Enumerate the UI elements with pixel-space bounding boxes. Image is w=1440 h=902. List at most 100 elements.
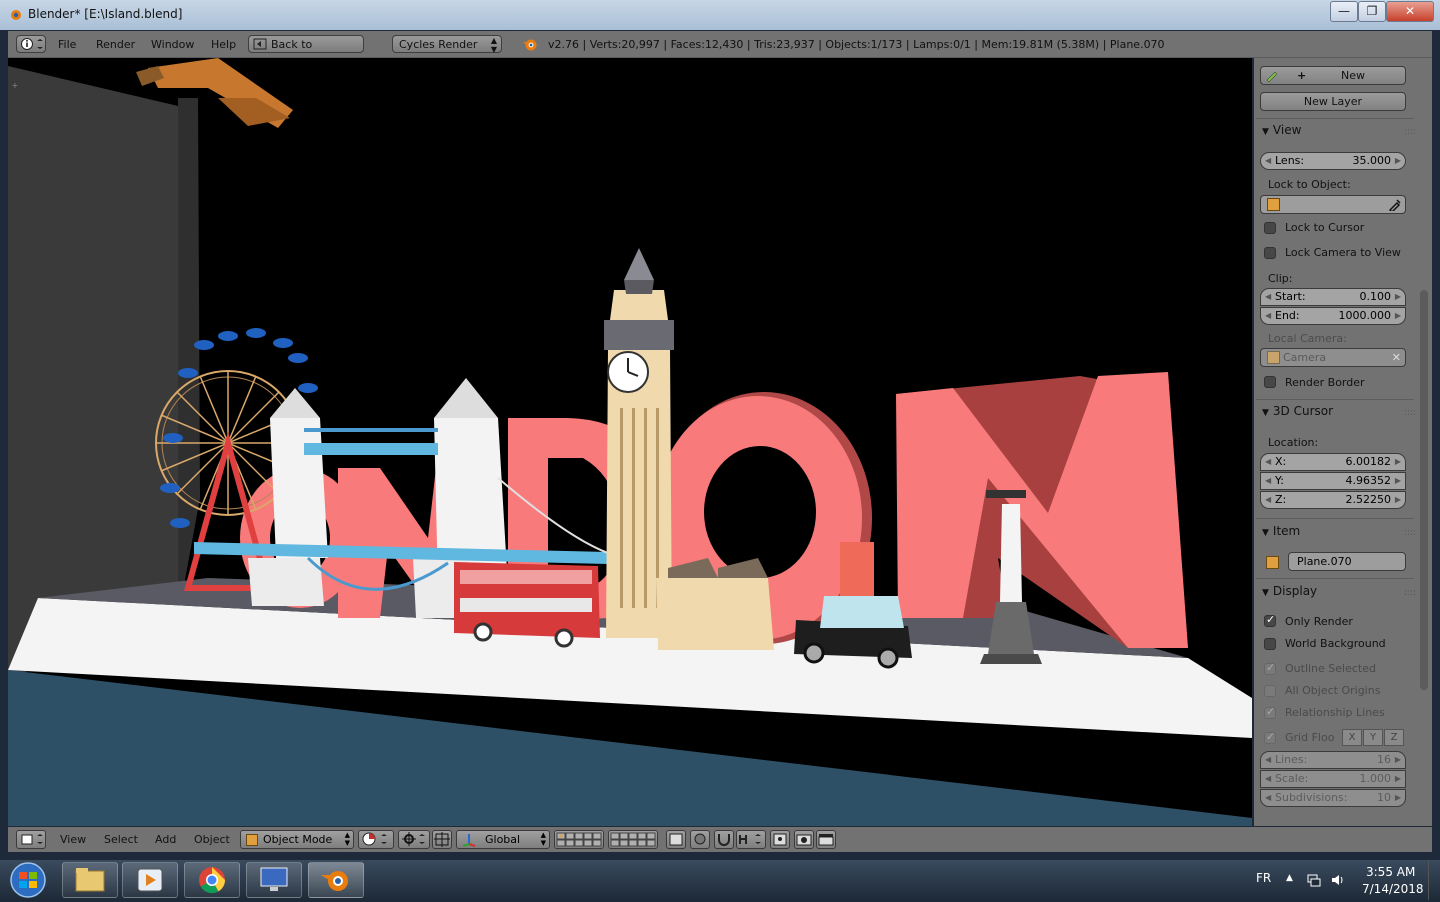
grid-lines-field[interactable]: ◀ Lines: 16 ▶ <box>1260 751 1406 769</box>
grid-floor-checkbox[interactable] <box>1264 730 1276 744</box>
clock-time[interactable]: 3:55 AM <box>1366 865 1415 879</box>
lock-to-cursor-label: Lock to Cursor <box>1285 221 1365 234</box>
toolshelf-toggle[interactable]: + <box>10 80 20 92</box>
grid-subdivisions-label: Subdivisions: <box>1275 791 1348 804</box>
shading-sphere-icon <box>362 832 387 846</box>
cursor-section-header[interactable]: ▼ 3D Cursor <box>1262 404 1333 418</box>
manipulator-toggle[interactable] <box>432 830 452 849</box>
eyedropper-icon[interactable] <box>1389 198 1401 211</box>
cube-icon <box>1266 556 1279 569</box>
editor-type-button[interactable] <box>16 35 46 53</box>
lock-camera-to-view-checkbox[interactable] <box>1264 247 1276 259</box>
taskbar-chrome[interactable] <box>184 862 240 898</box>
clip-start-field[interactable]: ◀ Start: 0.100 ▶ <box>1260 288 1406 306</box>
relationship-lines-checkbox[interactable] <box>1264 705 1276 719</box>
back-to-previous-button[interactable]: Back to Previous <box>248 35 364 69</box>
menu-help[interactable]: Help <box>211 38 236 51</box>
minimize-button[interactable]: — <box>1330 1 1358 22</box>
view-section-header[interactable]: ▼ View <box>1262 123 1301 137</box>
grid-scale-value: 1.000 <box>1359 772 1392 785</box>
lock-to-cursor-checkbox[interactable] <box>1264 222 1276 234</box>
grease-pencil-new-button[interactable]: + New <box>1260 66 1406 85</box>
render-border-checkbox[interactable] <box>1264 376 1276 388</box>
grid-axis-x-toggle[interactable]: X <box>1342 729 1362 746</box>
3d-viewport[interactable]: + <box>8 58 1252 826</box>
collapse-triangle-icon: ▼ <box>1262 528 1269 538</box>
grid-lines-label: Lines: <box>1275 753 1308 766</box>
pivot-point-select[interactable] <box>398 830 430 849</box>
taskbar-remote-desktop[interactable] <box>246 862 302 898</box>
grid-axis-y-toggle[interactable]: Y <box>1363 729 1383 746</box>
snap-toggle[interactable] <box>714 830 734 849</box>
world-background-checkbox[interactable] <box>1264 638 1276 650</box>
show-hidden-icons-icon[interactable]: ▲ <box>1286 873 1293 883</box>
volume-icon[interactable] <box>1330 872 1346 888</box>
drag-grip-icon[interactable]: :::: <box>1404 588 1416 598</box>
lock-object-field[interactable] <box>1260 195 1406 214</box>
maximize-button[interactable]: ❐ <box>1358 1 1386 22</box>
info-header: File Render Window Help Back to Previous… <box>8 31 1432 69</box>
pivot-icon <box>402 832 425 846</box>
location-label: Location: <box>1268 436 1319 449</box>
editor-type-button[interactable] <box>16 830 46 849</box>
viewport-shading-select[interactable] <box>358 830 394 849</box>
menu-file[interactable]: File <box>58 38 76 51</box>
input-language[interactable]: FR <box>1256 871 1271 885</box>
menu-add[interactable]: Add <box>155 833 176 846</box>
render-layer-button[interactable] <box>666 830 686 849</box>
grid-axis-z-toggle[interactable]: Z <box>1384 729 1404 746</box>
opengl-animation-button[interactable] <box>816 830 836 849</box>
left-arrow-icon: ◀ <box>1265 774 1272 783</box>
double-decker-bus-model <box>454 562 600 648</box>
close-button[interactable]: ✕ <box>1386 1 1434 22</box>
only-render-checkbox[interactable] <box>1264 613 1276 627</box>
snap-element-select[interactable] <box>736 830 766 849</box>
network-icon[interactable] <box>1306 872 1322 888</box>
menu-select[interactable]: Select <box>104 833 138 846</box>
outline-selected-checkbox[interactable] <box>1264 661 1276 675</box>
clip-end-field[interactable]: ◀ End: 1000.000 ▶ <box>1260 307 1406 325</box>
drag-grip-icon[interactable]: :::: <box>1404 127 1416 137</box>
properties-panel: + New New Layer ▼ View :::: ◀ Lens: 35.00… <box>1254 58 1432 826</box>
proportional-edit-button[interactable] <box>690 830 710 849</box>
grid-subdivisions-field[interactable]: ◀ Subdivisions: 10 ▶ <box>1260 789 1406 807</box>
menu-object[interactable]: Object <box>194 833 230 846</box>
show-desktop-button[interactable] <box>1428 860 1440 900</box>
folder-icon <box>75 868 105 892</box>
clock-date[interactable]: 7/14/2018 <box>1362 882 1424 896</box>
scene-render <box>8 58 1252 826</box>
menu-render[interactable]: Render <box>96 38 135 51</box>
monitor-icon <box>260 867 288 891</box>
grid-scale-field[interactable]: ◀ Scale: 1.000 ▶ <box>1260 770 1406 788</box>
drag-grip-icon[interactable]: :::: <box>1404 528 1416 538</box>
taskbar-file-explorer[interactable] <box>62 862 118 898</box>
layer-buttons-group-2[interactable] <box>608 830 658 849</box>
transform-orientation-select[interactable]: Global ▲ ▼ <box>456 830 550 849</box>
item-section-header[interactable]: ▼ Item <box>1262 524 1300 538</box>
cursor-y-field[interactable]: ◀ Y: 4.96352 ▶ <box>1260 472 1406 490</box>
layer-buttons-group-1[interactable] <box>554 830 604 849</box>
mode-select[interactable]: Object Mode ▲ ▼ <box>240 830 354 849</box>
properties-scrollbar[interactable] <box>1420 290 1428 690</box>
manipulator-icon <box>434 832 450 847</box>
right-arrow-icon: ▶ <box>1394 156 1401 165</box>
cursor-z-field[interactable]: ◀ Z: 2.52250 ▶ <box>1260 491 1406 509</box>
lens-field[interactable]: ◀ Lens: 35.000 ▶ <box>1260 152 1406 170</box>
taskbar-blender[interactable] <box>308 862 364 898</box>
object-name-field[interactable]: Plane.070 <box>1288 552 1406 571</box>
clear-x-icon[interactable]: ✕ <box>1392 349 1401 366</box>
display-section-header[interactable]: ▼ Display <box>1262 584 1317 598</box>
opengl-render-button[interactable] <box>794 830 814 849</box>
left-arrow-icon: ◀ <box>1265 755 1272 764</box>
start-button[interactable] <box>4 861 52 899</box>
menu-view[interactable]: View <box>60 833 86 846</box>
taskbar-media-player[interactable] <box>122 862 178 898</box>
new-layer-button[interactable]: New Layer <box>1260 92 1406 111</box>
local-camera-field[interactable]: Camera ✕ <box>1260 348 1406 367</box>
all-object-origins-checkbox[interactable] <box>1264 685 1276 697</box>
render-engine-select[interactable]: Cycles Render ▲ ▼ <box>392 35 502 54</box>
snap-target-button[interactable] <box>770 830 790 849</box>
cursor-x-field[interactable]: ◀ X: 6.00182 ▶ <box>1260 453 1406 471</box>
drag-grip-icon[interactable]: :::: <box>1404 408 1416 418</box>
menu-window[interactable]: Window <box>151 38 194 51</box>
